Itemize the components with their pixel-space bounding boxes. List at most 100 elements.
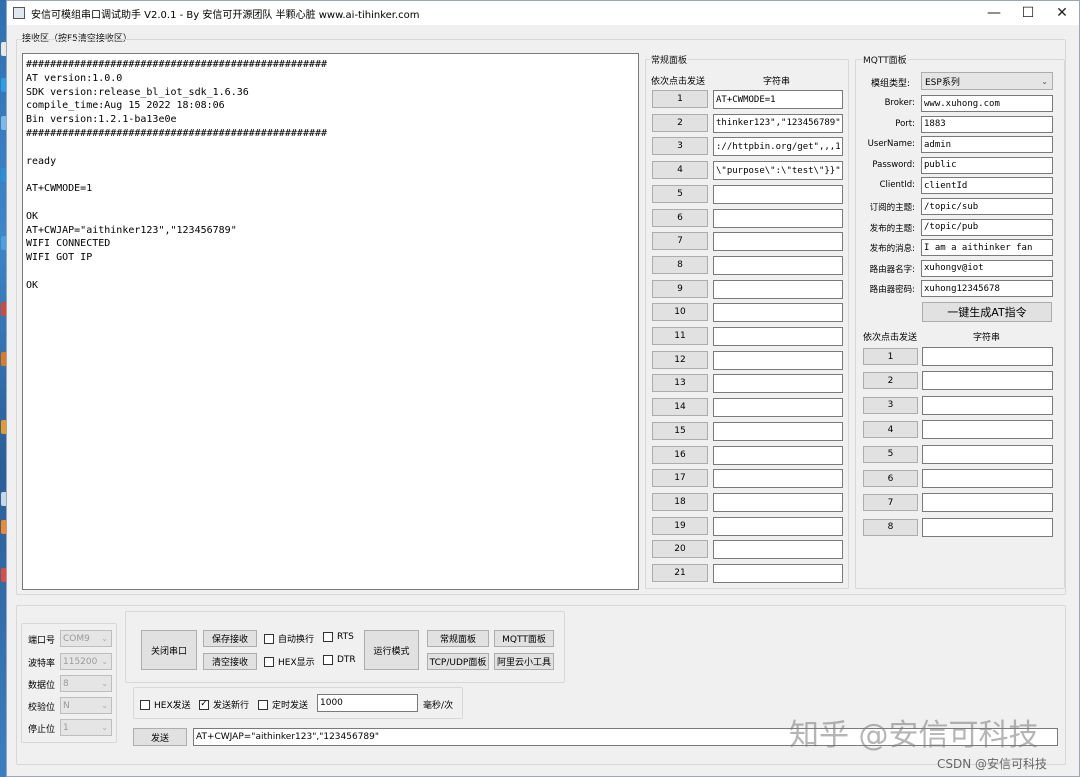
regular-string-input-14[interactable] bbox=[713, 398, 843, 418]
rts-checkbox[interactable]: RTS bbox=[323, 632, 354, 642]
mqtt-field-input-9[interactable]: xuhongv@iot bbox=[921, 259, 1053, 277]
mqtt-field-input-4[interactable]: public bbox=[921, 156, 1053, 174]
regular-send-button-13[interactable]: 13 bbox=[652, 374, 708, 393]
tcp-udp-panel-button[interactable]: TCP/UDP面板 bbox=[427, 653, 489, 670]
regular-string-input-12[interactable] bbox=[713, 350, 843, 370]
regular-string-input-21[interactable] bbox=[713, 564, 843, 583]
regular-string-input-11[interactable] bbox=[713, 327, 843, 346]
aliyun-tool-button[interactable]: 阿里云小工具 bbox=[494, 653, 554, 670]
regular-string-input-6[interactable] bbox=[713, 208, 843, 228]
chevron-down-icon: ⌄ bbox=[101, 723, 108, 732]
mqtt-field-input-6[interactable]: /topic/sub bbox=[921, 198, 1053, 215]
regular-string-input-15[interactable] bbox=[713, 421, 843, 441]
close-icon[interactable]: ✕ bbox=[1045, 1, 1079, 25]
regular-string-input-9[interactable] bbox=[713, 279, 843, 299]
regular-string-input-8[interactable] bbox=[713, 255, 843, 275]
regular-send-button-5[interactable]: 5 bbox=[652, 184, 708, 203]
mqtt-panel-button[interactable]: MQTT面板 bbox=[494, 630, 554, 647]
auto-newline-checkbox[interactable]: 自动换行 bbox=[264, 632, 314, 645]
databits-select[interactable]: 8 ⌄ bbox=[60, 675, 112, 692]
receive-textarea[interactable]: ########################################… bbox=[22, 53, 639, 590]
mqtt-send-button-1[interactable]: 1 bbox=[863, 348, 918, 365]
regular-send-button-20[interactable]: 20 bbox=[652, 540, 708, 559]
mqtt-string-input-3[interactable] bbox=[922, 395, 1053, 415]
mqtt-field-input-8[interactable]: I am a aithinker fan bbox=[921, 239, 1053, 257]
mqtt-send-button-6[interactable]: 6 bbox=[863, 470, 918, 487]
regular-string-input-2[interactable]: thinker123","123456789" bbox=[713, 113, 843, 133]
mqtt-send-button-7[interactable]: 7 bbox=[863, 494, 918, 512]
regular-send-button-17[interactable]: 17 bbox=[652, 469, 708, 488]
parity-select[interactable]: N ⌄ bbox=[60, 697, 112, 714]
regular-send-button-10[interactable]: 10 bbox=[652, 303, 708, 322]
mqtt-send-button-5[interactable]: 5 bbox=[863, 445, 918, 463]
regular-string-input-1[interactable]: AT+CWMODE=1 bbox=[713, 90, 843, 109]
mqtt-string-input-6[interactable] bbox=[922, 469, 1053, 488]
hex-display-checkbox[interactable]: HEX显示 bbox=[264, 655, 315, 668]
minimize-icon[interactable]: — bbox=[977, 1, 1011, 25]
maximize-icon[interactable]: ☐ bbox=[1011, 1, 1045, 25]
port-select[interactable]: COM9 ⌄ bbox=[60, 630, 112, 647]
mqtt-field-input-3[interactable]: admin bbox=[921, 136, 1053, 154]
mqtt-string-input-7[interactable] bbox=[922, 493, 1053, 513]
mqtt-string-input-5[interactable] bbox=[922, 444, 1053, 464]
hex-send-checkbox[interactable]: HEX发送 bbox=[140, 698, 191, 711]
regular-send-button-16[interactable]: 16 bbox=[652, 445, 708, 464]
regular-string-input-7[interactable] bbox=[713, 232, 843, 252]
regular-send-button-3[interactable]: 3 bbox=[652, 137, 708, 156]
regular-send-button-11[interactable]: 11 bbox=[652, 327, 708, 345]
stopbits-select[interactable]: 1 ⌄ bbox=[60, 719, 112, 736]
regular-string-input-19[interactable] bbox=[713, 516, 843, 536]
regular-send-button-2[interactable]: 2 bbox=[652, 113, 708, 132]
generate-at-button[interactable]: 一键生成AT指令 bbox=[922, 302, 1052, 322]
regular-string-input-10[interactable] bbox=[713, 303, 843, 323]
regular-send-button-1[interactable]: 1 bbox=[652, 90, 708, 108]
regular-send-button-8[interactable]: 8 bbox=[652, 255, 708, 274]
clear-receive-button[interactable]: 清空接收 bbox=[203, 653, 257, 670]
dtr-checkbox[interactable]: DTR bbox=[323, 655, 356, 665]
regular-string-input-17[interactable] bbox=[713, 469, 843, 489]
mqtt-type-select[interactable]: ESP系列 ⌄ bbox=[921, 72, 1053, 90]
regular-string-input-18[interactable] bbox=[713, 492, 843, 512]
regular-send-button-9[interactable]: 9 bbox=[652, 279, 708, 298]
mqtt-field-input-5[interactable]: clientId bbox=[921, 177, 1053, 195]
regular-send-button-15[interactable]: 15 bbox=[652, 421, 708, 440]
regular-send-button-7[interactable]: 7 bbox=[652, 232, 708, 251]
mqtt-string-input-4[interactable] bbox=[922, 420, 1053, 440]
interval-input[interactable]: 1000 bbox=[317, 694, 418, 712]
mqtt-string-input-1[interactable] bbox=[922, 347, 1053, 366]
csdn-watermark: CSDN @安信可科技 bbox=[937, 757, 1048, 771]
mqtt-field-input-10[interactable]: xuhong12345678 bbox=[921, 280, 1053, 298]
port-label: 端口号 bbox=[28, 636, 56, 646]
regular-string-input-13[interactable] bbox=[713, 374, 843, 394]
send-button[interactable]: 发送 bbox=[133, 728, 187, 746]
regular-send-button-12[interactable]: 12 bbox=[652, 350, 708, 369]
regular-send-button-6[interactable]: 6 bbox=[652, 208, 708, 227]
baud-select[interactable]: 115200 ⌄ bbox=[60, 653, 112, 670]
regular-send-button-19[interactable]: 19 bbox=[652, 516, 708, 535]
mqtt-field-input-1[interactable]: www.xuhong.com bbox=[921, 95, 1053, 112]
send-newline-checkbox[interactable]: ✓ 发送新行 bbox=[199, 698, 249, 711]
regular-send-button-4[interactable]: 4 bbox=[652, 161, 708, 180]
port-value: COM9 bbox=[63, 633, 90, 644]
mqtt-send-button-3[interactable]: 3 bbox=[863, 396, 918, 414]
regular-string-input-20[interactable] bbox=[713, 540, 843, 560]
mqtt-send-button-8[interactable]: 8 bbox=[863, 518, 918, 536]
regular-string-input-3[interactable]: ://httpbin.org/get",,,1 bbox=[713, 137, 843, 157]
save-receive-button[interactable]: 保存接收 bbox=[203, 630, 257, 647]
regular-string-input-4[interactable]: \"purpose\":\"test\"}}" bbox=[713, 161, 843, 181]
mqtt-string-input-2[interactable] bbox=[922, 371, 1053, 391]
run-mode-button[interactable]: 运行模式 bbox=[364, 630, 419, 670]
mqtt-string-input-8[interactable] bbox=[922, 517, 1053, 537]
close-port-button[interactable]: 关闭串口 bbox=[141, 630, 197, 670]
mqtt-send-button-2[interactable]: 2 bbox=[863, 372, 918, 390]
mqtt-send-button-4[interactable]: 4 bbox=[863, 421, 918, 439]
regular-string-input-16[interactable] bbox=[713, 445, 843, 465]
regular-string-input-5[interactable] bbox=[713, 184, 843, 204]
regular-panel-button[interactable]: 常规面板 bbox=[427, 630, 489, 647]
regular-send-button-14[interactable]: 14 bbox=[652, 398, 708, 417]
regular-send-button-18[interactable]: 18 bbox=[652, 492, 708, 511]
mqtt-field-input-2[interactable]: 1883 bbox=[921, 115, 1053, 133]
regular-send-button-21[interactable]: 21 bbox=[652, 564, 708, 582]
timed-send-checkbox[interactable]: 定时发送 bbox=[258, 698, 308, 711]
mqtt-field-input-7[interactable]: /topic/pub bbox=[921, 218, 1053, 236]
